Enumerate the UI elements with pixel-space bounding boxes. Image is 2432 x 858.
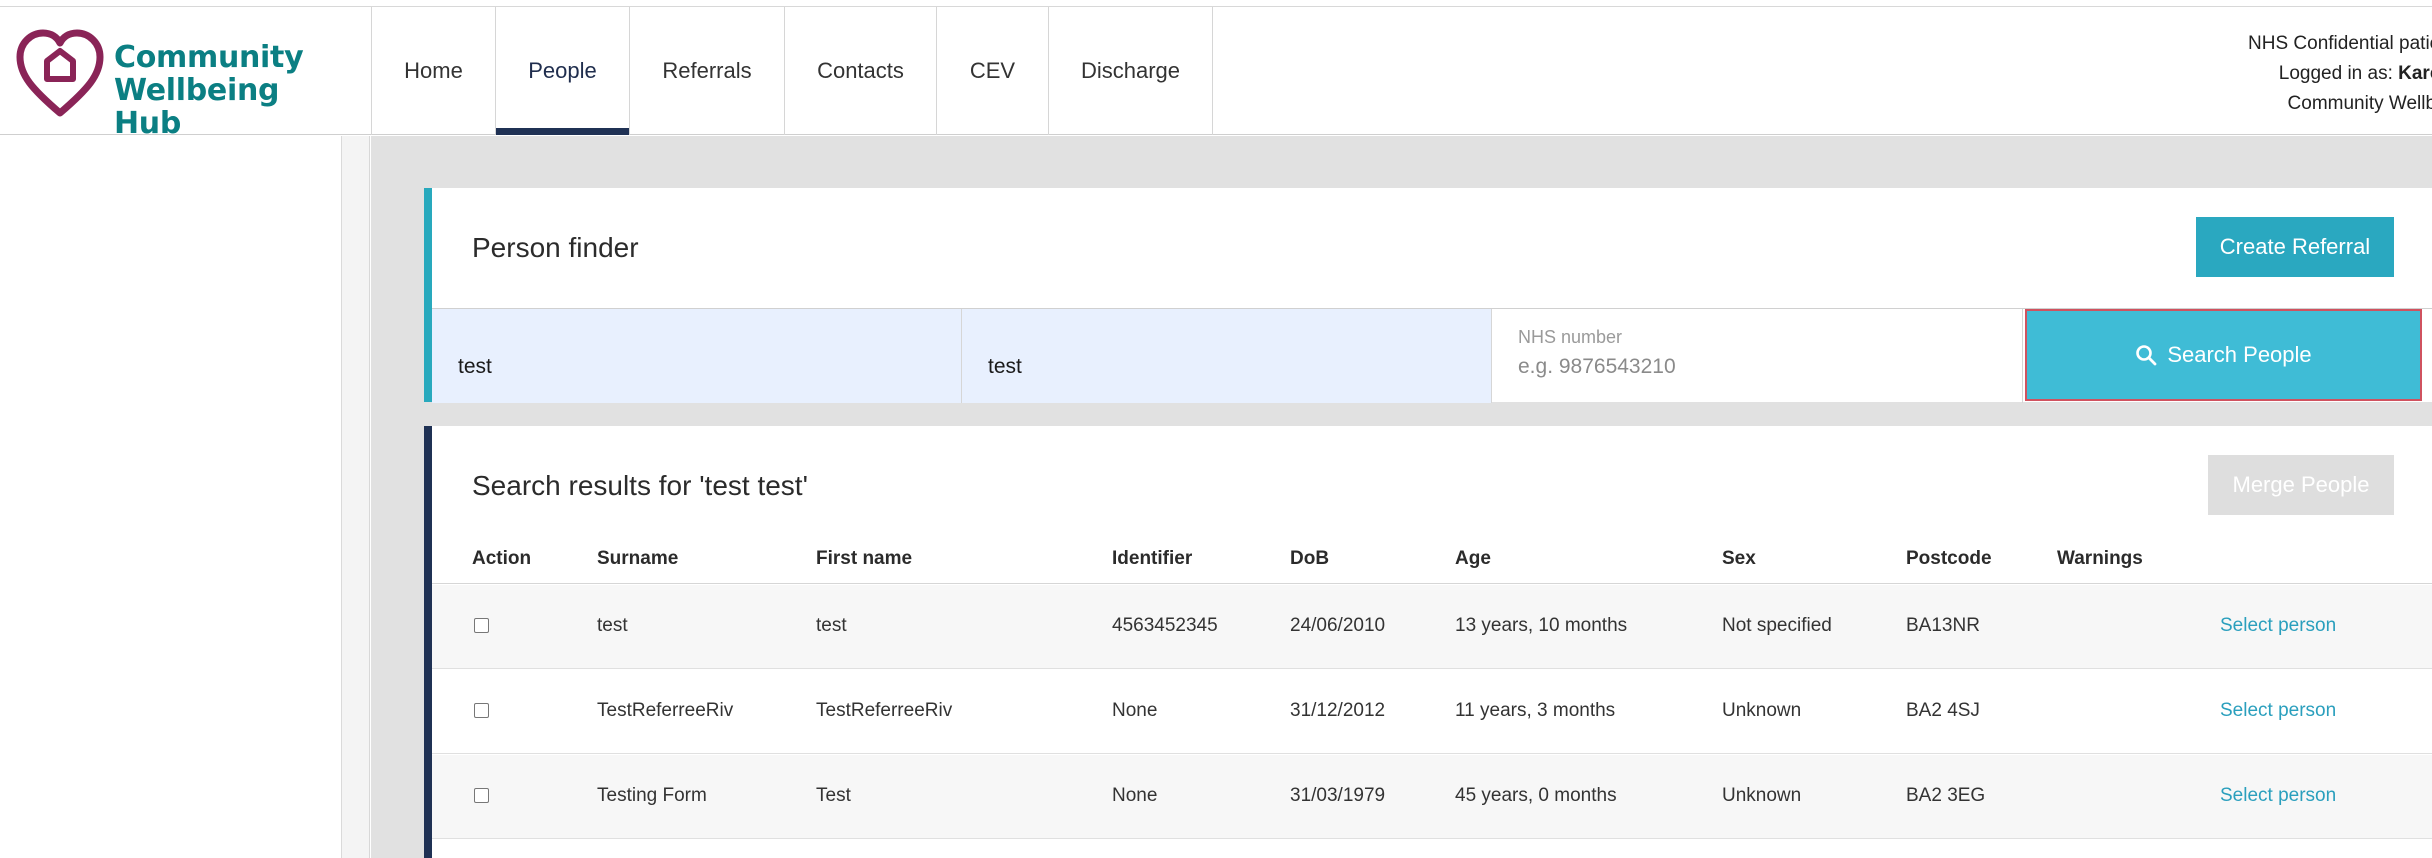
row-checkbox[interactable] bbox=[474, 618, 489, 633]
nav-people[interactable]: People bbox=[496, 7, 630, 135]
firstname-input[interactable]: test bbox=[962, 309, 1492, 403]
search-icon bbox=[2136, 345, 2157, 366]
search-people-label: Search People bbox=[2167, 342, 2312, 367]
cell-age: 45 years, 0 months bbox=[1455, 785, 1617, 806]
app-header: Community Wellbeing Hub Home People Refe… bbox=[0, 7, 2432, 140]
col-dob: DoB bbox=[1290, 548, 1330, 569]
search-fields: test test NHS number e.g. 9876543210 Sea… bbox=[432, 308, 2432, 403]
cell-surname: Testing Form bbox=[597, 785, 707, 806]
top-border bbox=[0, 0, 2432, 7]
nav-home[interactable]: Home bbox=[372, 7, 496, 135]
surname-input[interactable]: test bbox=[432, 309, 962, 403]
row-checkbox[interactable] bbox=[474, 788, 489, 803]
main-content: Person finder Create Referral test test … bbox=[371, 136, 2432, 858]
cell-sex: Not specified bbox=[1722, 615, 1832, 636]
nav-cev[interactable]: CEV bbox=[937, 7, 1049, 135]
person-finder-title: Person finder bbox=[472, 232, 639, 263]
cell-firstname: Test bbox=[816, 785, 851, 806]
nhs-number-input[interactable]: NHS number e.g. 9876543210 bbox=[1492, 309, 2023, 403]
table-row: TestReferreeRiv TestReferreeRiv None 31/… bbox=[432, 670, 2432, 754]
select-person-link[interactable]: Select person bbox=[2220, 615, 2336, 637]
table-row: test test 4563452345 24/06/2010 13 years… bbox=[432, 585, 2432, 669]
cell-postcode: BA2 4SJ bbox=[1906, 700, 1980, 721]
col-identifier: Identifier bbox=[1112, 548, 1193, 569]
col-warnings: Warnings bbox=[2057, 548, 2143, 569]
col-surname: Surname bbox=[597, 548, 679, 569]
col-firstname: First name bbox=[816, 548, 913, 569]
cell-identifier: None bbox=[1112, 785, 1158, 806]
col-age: Age bbox=[1455, 548, 1491, 569]
cell-postcode: BA2 3EG bbox=[1906, 785, 1986, 806]
cell-firstname: TestReferreeRiv bbox=[816, 700, 953, 721]
nav-referrals[interactable]: Referrals bbox=[630, 7, 785, 135]
nhs-number-placeholder: e.g. 9876543210 bbox=[1518, 355, 1676, 378]
row-checkbox[interactable] bbox=[474, 703, 489, 718]
sidebar-gutter bbox=[342, 136, 370, 858]
search-results-card: Search results for 'test test' Merge Peo… bbox=[424, 426, 2432, 858]
app-logo[interactable]: Community Wellbeing Hub bbox=[14, 27, 344, 140]
col-action: Action bbox=[472, 548, 532, 569]
nav-contacts[interactable]: Contacts bbox=[785, 7, 937, 135]
cell-age: 13 years, 10 months bbox=[1455, 615, 1628, 636]
cell-surname: TestReferreeRiv bbox=[597, 700, 734, 721]
app-name: Community Wellbeing Hub bbox=[114, 41, 344, 140]
cell-surname: test bbox=[597, 615, 628, 636]
user-org: Community Wellbeing bbox=[2287, 93, 2432, 114]
cell-dob: 24/06/2010 bbox=[1290, 615, 1386, 636]
table-row: Testing Form Test None 31/03/1979 45 yea… bbox=[432, 755, 2432, 839]
search-results-title: Search results for 'test test' bbox=[472, 470, 808, 501]
col-postcode: Postcode bbox=[1906, 548, 1992, 569]
surname-value: test bbox=[458, 355, 492, 378]
cell-identifier: 4563452345 bbox=[1112, 615, 1218, 636]
user-info: NHS Confidential patient info Logged in … bbox=[2150, 29, 2432, 119]
nav-discharge[interactable]: Discharge bbox=[1049, 7, 1213, 135]
search-people-button[interactable]: Search People bbox=[2025, 309, 2422, 401]
cell-dob: 31/12/2012 bbox=[1290, 700, 1386, 721]
app-name-line1: Community bbox=[114, 40, 304, 75]
cell-age: 11 years, 3 months bbox=[1455, 700, 1616, 721]
create-referral-button[interactable]: Create Referral bbox=[2196, 217, 2394, 277]
sidebar bbox=[0, 136, 342, 858]
cell-dob: 31/03/1979 bbox=[1290, 785, 1386, 806]
firstname-value: test bbox=[988, 355, 1022, 378]
cell-postcode: BA13NR bbox=[1906, 615, 1980, 636]
select-person-link[interactable]: Select person bbox=[2220, 785, 2336, 807]
main-nav: Home People Referrals Contacts CEV Disch… bbox=[371, 7, 1213, 135]
nhs-number-label: NHS number bbox=[1518, 327, 1623, 347]
logged-in-as: Logged in as: Karen bbox=[2150, 59, 2432, 89]
results-table-header: Action Surname First name Identifier DoB… bbox=[432, 538, 2432, 584]
confidential-notice: NHS Confidential patient info bbox=[2248, 33, 2432, 54]
heart-home-icon bbox=[16, 29, 104, 117]
app-name-line2: Wellbeing Hub bbox=[114, 73, 280, 141]
logged-in-user: Karen bbox=[2398, 63, 2432, 84]
cell-identifier: None bbox=[1112, 700, 1158, 721]
merge-people-button[interactable]: Merge People bbox=[2208, 455, 2394, 515]
cell-sex: Unknown bbox=[1722, 785, 1802, 806]
cell-sex: Unknown bbox=[1722, 700, 1802, 721]
cell-firstname: test bbox=[816, 615, 847, 636]
col-sex: Sex bbox=[1722, 548, 1756, 569]
person-finder-card: Person finder Create Referral test test … bbox=[424, 188, 2432, 403]
select-person-link[interactable]: Select person bbox=[2220, 700, 2336, 722]
logged-in-prefix: Logged in as: bbox=[2278, 63, 2399, 84]
